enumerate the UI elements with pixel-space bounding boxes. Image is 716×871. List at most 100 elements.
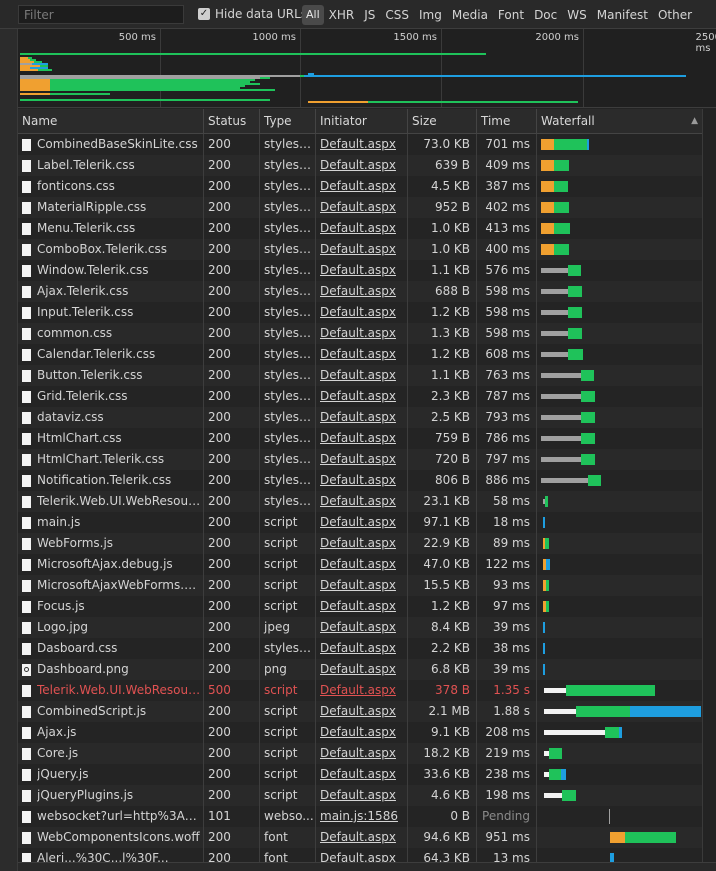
request-name-cell[interactable]: Window.Telerik.css xyxy=(18,260,204,281)
column-header-initiator[interactable]: Initiator xyxy=(316,109,408,134)
column-header-type[interactable]: Type xyxy=(260,109,316,134)
request-initiator[interactable]: Default.aspx xyxy=(316,680,408,701)
request-name-cell[interactable]: websocket?url=http%3A%2... xyxy=(18,806,204,827)
request-name-cell[interactable]: main.js xyxy=(18,512,204,533)
request-row[interactable]: Menu.Telerik.css 200 stylesh... Default.asp… xyxy=(18,218,702,239)
sort-ascending-icon[interactable]: ▲ xyxy=(691,109,698,134)
request-row[interactable]: websocket?url=http%3A%2... 101 webso... mai… xyxy=(18,806,702,827)
filter-img[interactable]: Img xyxy=(414,5,447,25)
request-row[interactable]: Calendar.Telerik.css 200 stylesh... Default… xyxy=(18,344,702,365)
request-initiator[interactable]: Default.aspx xyxy=(316,617,408,638)
request-name-cell[interactable]: MaterialRipple.css xyxy=(18,197,204,218)
request-initiator[interactable]: main.js:1586 xyxy=(316,806,408,827)
request-name-cell[interactable]: jQueryPlugins.js xyxy=(18,785,204,806)
waterfall-cell[interactable] xyxy=(537,806,702,827)
waterfall-cell[interactable] xyxy=(537,239,702,260)
filter-other[interactable]: Other xyxy=(653,5,697,25)
request-initiator[interactable]: Default.aspx xyxy=(316,344,408,365)
request-row[interactable]: WebForms.js 200 script Default.aspx 22.9 KB 8… xyxy=(18,533,702,554)
request-row[interactable]: CombinedBaseSkinLite.css 200 stylesh... Def… xyxy=(18,134,702,155)
request-row[interactable]: common.css 200 stylesh... Default.aspx 1.3 K… xyxy=(18,323,702,344)
request-name-cell[interactable]: Menu.Telerik.css xyxy=(18,218,204,239)
request-initiator[interactable]: Default.aspx xyxy=(316,743,408,764)
filter-manifest[interactable]: Manifest xyxy=(592,5,653,25)
request-initiator[interactable]: Default.aspx xyxy=(316,596,408,617)
request-row[interactable]: Dasboard.css 200 stylesh... Default.aspx 2.2… xyxy=(18,638,702,659)
waterfall-cell[interactable] xyxy=(537,281,702,302)
request-row[interactable]: Telerik.Web.UI.WebResource... 500 script De… xyxy=(18,680,702,701)
request-row[interactable]: Core.js 200 script Default.aspx 18.2 KB 219 m… xyxy=(18,743,702,764)
request-name-cell[interactable]: WebForms.js xyxy=(18,533,204,554)
request-name-cell[interactable]: Dashboard.png xyxy=(18,659,204,680)
waterfall-cell[interactable] xyxy=(537,155,702,176)
request-name-cell[interactable]: HtmlChart.css xyxy=(18,428,204,449)
waterfall-cell[interactable] xyxy=(537,785,702,806)
request-name-cell[interactable]: Grid.Telerik.css xyxy=(18,386,204,407)
filter-font[interactable]: Font xyxy=(493,5,529,25)
request-name-cell[interactable]: CombinedScript.js xyxy=(18,701,204,722)
request-name-cell[interactable]: MicrosoftAjaxWebForms.de... xyxy=(18,575,204,596)
waterfall-cell[interactable] xyxy=(537,575,702,596)
waterfall-cell[interactable] xyxy=(537,743,702,764)
column-header-size[interactable]: Size xyxy=(408,109,477,134)
request-row[interactable]: MicrosoftAjaxWebForms.de... 200 script Defa… xyxy=(18,575,702,596)
waterfall-cell[interactable] xyxy=(537,176,702,197)
request-initiator[interactable]: Default.aspx xyxy=(316,281,408,302)
request-row[interactable]: ComboBox.Telerik.css 200 stylesh... Default… xyxy=(18,239,702,260)
vertical-scrollbar[interactable] xyxy=(702,109,716,871)
waterfall-cell[interactable] xyxy=(537,386,702,407)
request-initiator[interactable]: Default.aspx xyxy=(316,449,408,470)
waterfall-cell[interactable] xyxy=(537,134,702,155)
request-name-cell[interactable]: Input.Telerik.css xyxy=(18,302,204,323)
request-initiator[interactable]: Default.aspx xyxy=(316,323,408,344)
request-row[interactable]: Dashboard.png 200 png Default.aspx 6.8 KB 39 … xyxy=(18,659,702,680)
column-header-name[interactable]: Name xyxy=(18,109,204,134)
request-name-cell[interactable]: Button.Telerik.css xyxy=(18,365,204,386)
waterfall-cell[interactable] xyxy=(537,218,702,239)
request-name-cell[interactable]: HtmlChart.Telerik.css xyxy=(18,449,204,470)
waterfall-cell[interactable] xyxy=(537,764,702,785)
request-initiator[interactable]: Default.aspx xyxy=(316,827,408,848)
filter-input[interactable] xyxy=(18,5,184,24)
filter-media[interactable]: Media xyxy=(447,5,493,25)
request-row[interactable]: CombinedScript.js 200 script Default.aspx 2.… xyxy=(18,701,702,722)
request-name-cell[interactable]: Focus.js xyxy=(18,596,204,617)
timeline-overview[interactable]: 500 ms 1000 ms 1500 ms 2000 ms 2500 ms xyxy=(18,29,716,108)
request-initiator[interactable]: Default.aspx xyxy=(316,134,408,155)
request-row[interactable]: Focus.js 200 script Default.aspx 1.2 KB 97 ms xyxy=(18,596,702,617)
request-row[interactable]: MicrosoftAjax.debug.js 200 script Default.a… xyxy=(18,554,702,575)
request-initiator[interactable]: Default.aspx xyxy=(316,407,408,428)
request-row[interactable]: dataviz.css 200 stylesh... Default.aspx 2.5 … xyxy=(18,407,702,428)
filter-css[interactable]: CSS xyxy=(380,5,414,25)
waterfall-cell[interactable] xyxy=(537,596,702,617)
request-name-cell[interactable]: Label.Telerik.css xyxy=(18,155,204,176)
request-initiator[interactable]: Default.aspx xyxy=(316,512,408,533)
request-name-cell[interactable]: Telerik.Web.UI.WebResource... xyxy=(18,491,204,512)
request-row[interactable]: MaterialRipple.css 200 stylesh... Default.a… xyxy=(18,197,702,218)
waterfall-cell[interactable] xyxy=(537,470,702,491)
waterfall-cell[interactable] xyxy=(537,449,702,470)
waterfall-cell[interactable] xyxy=(537,302,702,323)
filter-ws[interactable]: WS xyxy=(562,5,591,25)
request-initiator[interactable]: Default.aspx xyxy=(316,659,408,680)
request-row[interactable]: HtmlChart.Telerik.css 200 stylesh... Defaul… xyxy=(18,449,702,470)
request-name-cell[interactable]: Logo.jpg xyxy=(18,617,204,638)
request-initiator[interactable]: Default.aspx xyxy=(316,365,408,386)
request-row[interactable]: jQuery.js 200 script Default.aspx 33.6 KB 238… xyxy=(18,764,702,785)
request-initiator[interactable]: Default.aspx xyxy=(316,155,408,176)
waterfall-cell[interactable] xyxy=(537,260,702,281)
request-initiator[interactable]: Default.aspx xyxy=(316,386,408,407)
waterfall-cell[interactable] xyxy=(537,533,702,554)
request-row[interactable]: fonticons.css 200 stylesh... Default.aspx 4.… xyxy=(18,176,702,197)
request-name-cell[interactable]: WebComponentsIcons.woff xyxy=(18,827,204,848)
request-name-cell[interactable]: Ajax.js xyxy=(18,722,204,743)
waterfall-cell[interactable] xyxy=(537,701,702,722)
request-row[interactable]: Button.Telerik.css 200 stylesh... Default.a… xyxy=(18,365,702,386)
request-row[interactable]: jQueryPlugins.js 200 script Default.aspx 4.6… xyxy=(18,785,702,806)
request-initiator[interactable]: Default.aspx xyxy=(316,491,408,512)
request-initiator[interactable]: Default.aspx xyxy=(316,638,408,659)
waterfall-cell[interactable] xyxy=(537,365,702,386)
request-row[interactable]: Telerik.Web.UI.WebResource... 200 stylesh.… xyxy=(18,491,702,512)
waterfall-cell[interactable] xyxy=(537,323,702,344)
waterfall-cell[interactable] xyxy=(537,680,702,701)
